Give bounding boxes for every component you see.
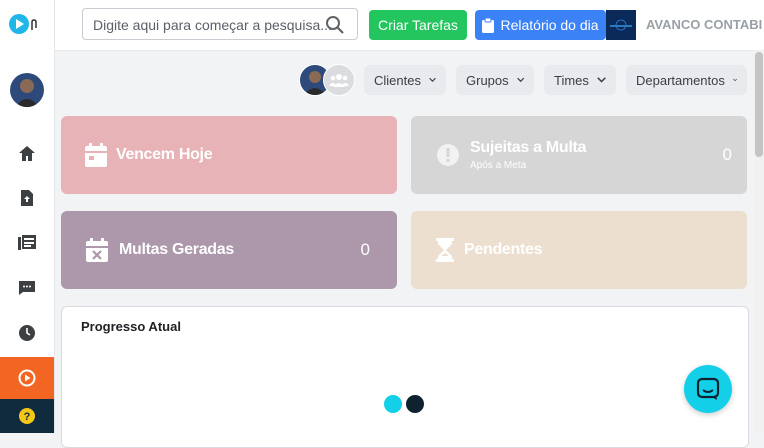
chevron-down-icon bbox=[516, 77, 524, 83]
chevron-down-icon bbox=[732, 78, 737, 82]
due-today-card[interactable]: Vencem Hoje bbox=[61, 116, 397, 194]
chevron-down-icon bbox=[597, 77, 606, 83]
fines-generated-value: 0 bbox=[360, 240, 370, 259]
chat-icon bbox=[19, 281, 35, 295]
sidebar-item-list[interactable] bbox=[0, 223, 54, 263]
scrollbar-thumb[interactable] bbox=[755, 52, 763, 157]
sidebar-item-upload[interactable] bbox=[0, 178, 54, 218]
chevron-down-icon bbox=[429, 77, 436, 83]
clients-dropdown[interactable]: Clientes bbox=[364, 65, 446, 95]
due-today-label: Vencem Hoje bbox=[116, 146, 213, 163]
clock-icon bbox=[19, 325, 35, 341]
team-avatars[interactable] bbox=[299, 64, 355, 96]
daily-report-button[interactable]: Relatório do dia bbox=[475, 10, 606, 40]
teams-dropdown[interactable]: Times bbox=[544, 65, 616, 95]
groups-label: Grupos bbox=[466, 72, 509, 88]
calendar-icon bbox=[85, 143, 107, 167]
alert-icon bbox=[437, 144, 459, 166]
support-chat-button[interactable] bbox=[684, 365, 732, 413]
spinner-dot-cyan bbox=[384, 395, 402, 413]
page-scrollbar[interactable] bbox=[754, 50, 764, 433]
search-input[interactable]: Digite aqui para começar a pesquisa... bbox=[82, 8, 358, 40]
chat-bubble-icon bbox=[696, 377, 720, 400]
sidebar-item-chat[interactable] bbox=[0, 268, 54, 308]
subject-to-fine-value: 0 bbox=[722, 145, 732, 164]
group-icon bbox=[329, 74, 349, 87]
top-bar: Digite aqui para começar a pesquisa... C… bbox=[55, 0, 764, 51]
fines-generated-label: Multas Geradas bbox=[119, 241, 234, 258]
fines-generated-card[interactable]: Multas Geradas 0 bbox=[61, 211, 397, 289]
sidebar-item-clock[interactable] bbox=[0, 313, 54, 353]
list-icon bbox=[18, 235, 36, 250]
current-progress-title: Progresso Atual bbox=[81, 319, 181, 334]
clipboard-icon bbox=[482, 17, 495, 33]
help-icon: ? bbox=[19, 408, 35, 424]
current-progress-panel: Progresso Atual bbox=[61, 306, 749, 448]
sidebar: ? bbox=[0, 0, 55, 433]
company-name[interactable]: AVANCO CONTABI bbox=[646, 17, 762, 32]
user-avatar[interactable] bbox=[10, 73, 44, 107]
spinner-dot-dark bbox=[406, 395, 424, 413]
loading-spinner bbox=[384, 394, 428, 414]
sidebar-item-help[interactable]: ? bbox=[0, 399, 54, 433]
home-icon bbox=[19, 146, 35, 161]
pending-card[interactable]: Pendentes bbox=[411, 211, 747, 289]
create-tasks-label: Criar Tarefas bbox=[378, 17, 458, 33]
search-icon[interactable] bbox=[325, 15, 345, 35]
sidebar-item-play[interactable] bbox=[0, 357, 54, 399]
company-logo[interactable] bbox=[606, 10, 636, 40]
teams-label: Times bbox=[554, 72, 589, 88]
create-tasks-button[interactable]: Criar Tarefas bbox=[369, 10, 467, 40]
daily-report-label: Relatório do dia bbox=[500, 17, 599, 33]
pending-label: Pendentes bbox=[464, 241, 543, 258]
upload-file-icon bbox=[21, 190, 33, 206]
departments-dropdown[interactable]: Departamentos bbox=[626, 65, 747, 95]
play-icon bbox=[18, 369, 36, 387]
clients-label: Clientes bbox=[374, 72, 421, 88]
group-avatar bbox=[323, 64, 355, 96]
app-logo[interactable] bbox=[8, 12, 38, 36]
calendar-x-icon bbox=[86, 238, 108, 262]
subject-to-fine-label: Sujeitas a Multa bbox=[470, 139, 587, 156]
subject-to-fine-sublabel: Após a Meta bbox=[470, 160, 527, 171]
sidebar-item-home[interactable] bbox=[0, 133, 54, 173]
svg-text:?: ? bbox=[24, 411, 31, 423]
groups-dropdown[interactable]: Grupos bbox=[456, 65, 534, 95]
hourglass-icon bbox=[436, 238, 454, 262]
departments-label: Departamentos bbox=[636, 72, 725, 88]
search-placeholder: Digite aqui para começar a pesquisa... bbox=[93, 17, 332, 33]
subject-to-fine-card[interactable]: Sujeitas a Multa Após a Meta 0 bbox=[411, 116, 747, 194]
